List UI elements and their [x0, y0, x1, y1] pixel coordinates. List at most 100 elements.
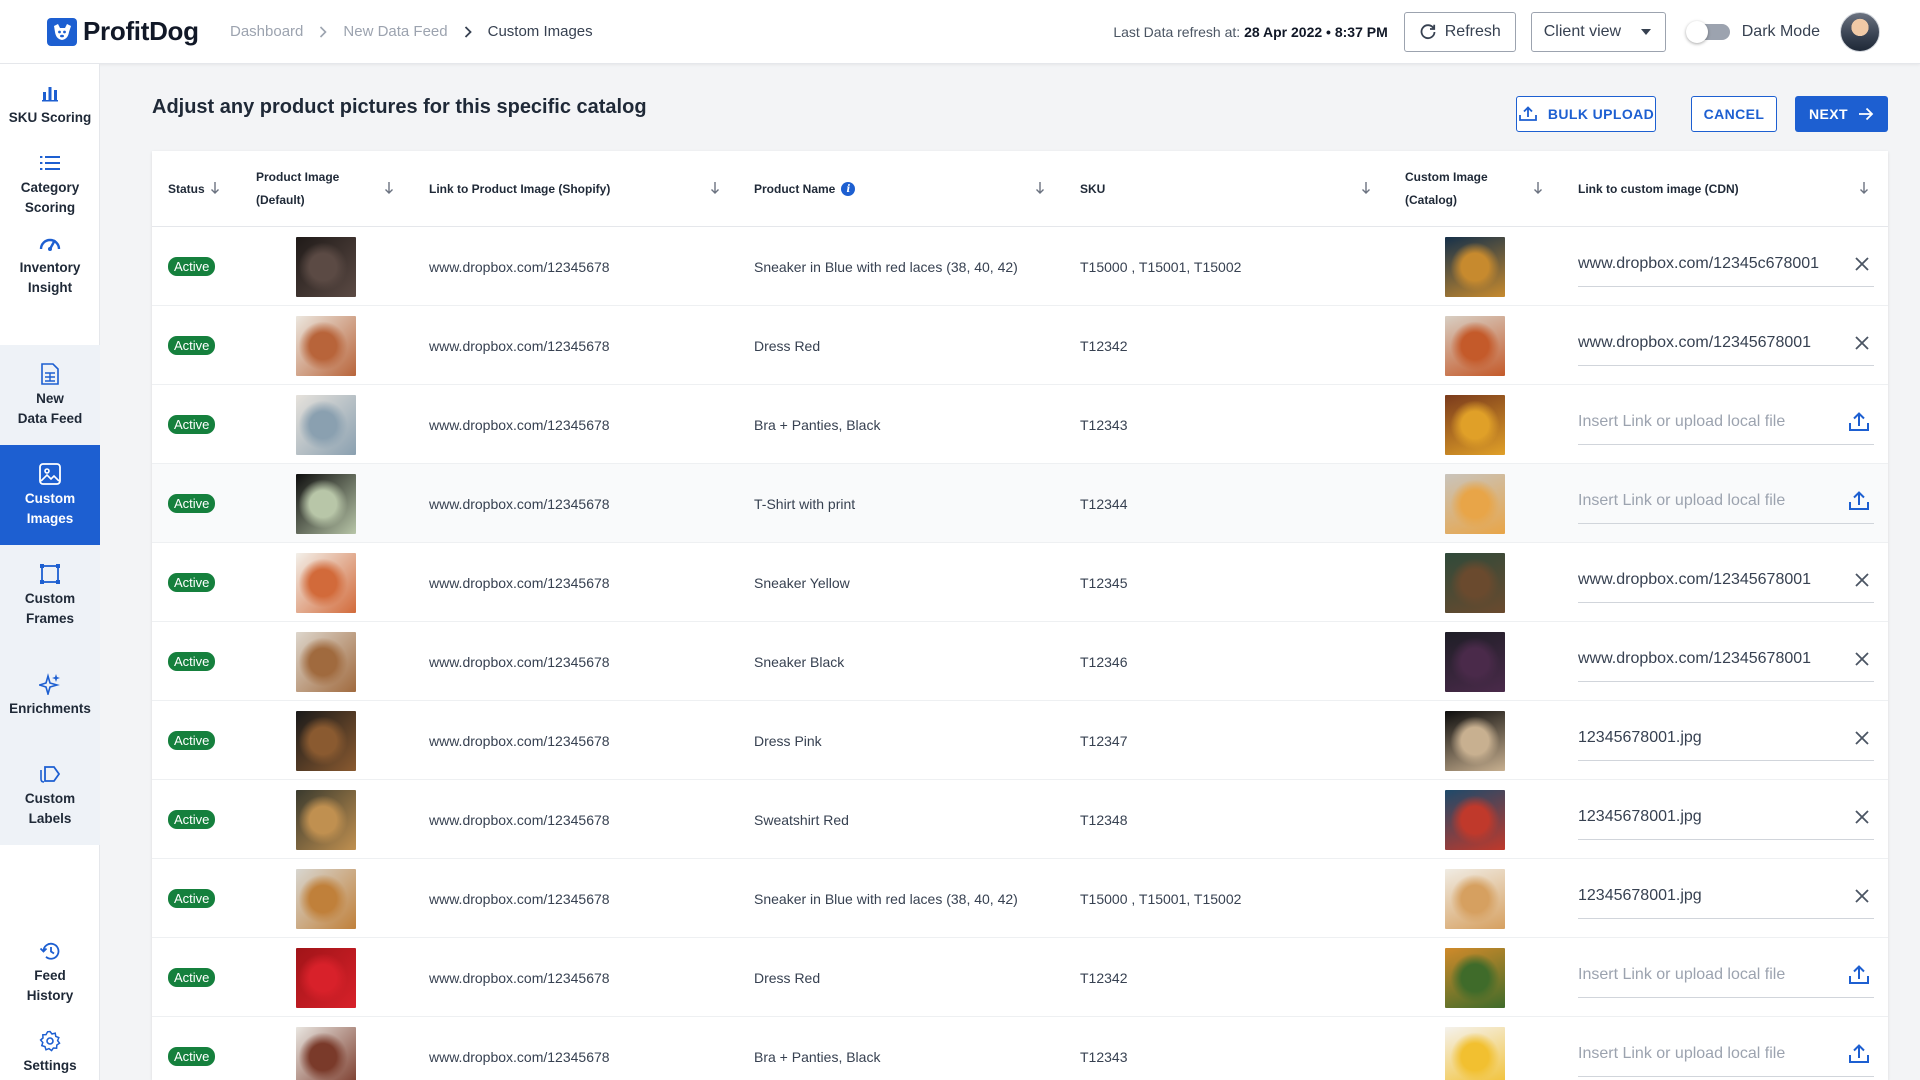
- product-image-thumbnail[interactable]: [296, 473, 356, 534]
- cdn-link-input[interactable]: www.dropbox.com/12345678001: [1578, 636, 1874, 682]
- shopify-link-cell[interactable]: www.dropbox.com/12345678: [429, 859, 610, 938]
- shopify-link[interactable]: www.dropbox.com/12345678: [429, 970, 610, 986]
- custom-image-thumbnail[interactable]: [1445, 473, 1505, 534]
- shopify-link-cell[interactable]: www.dropbox.com/12345678: [429, 227, 610, 306]
- cdn-link-value[interactable]: 12345678001.jpg: [1578, 808, 1702, 826]
- cdn-link-input[interactable]: Insert Link or upload local file: [1578, 952, 1874, 998]
- cancel-button[interactable]: CANCEL: [1691, 96, 1777, 132]
- column-header-link-cdn[interactable]: Link to custom image (CDN): [1578, 151, 1739, 227]
- product-image-thumbnail[interactable]: [296, 868, 356, 929]
- column-header-product-image[interactable]: Product Image (Default): [256, 151, 339, 227]
- sidebar-item-custom-images[interactable]: Custom Images: [0, 445, 100, 545]
- cdn-link-input[interactable]: Insert Link or upload local file: [1578, 1031, 1874, 1077]
- column-header-custom-image[interactable]: Custom Image (Catalog): [1405, 151, 1488, 227]
- sort-arrow-icon[interactable]: [1859, 181, 1869, 200]
- product-image-thumbnail[interactable]: [296, 394, 356, 455]
- column-header-sku[interactable]: SKU: [1080, 151, 1105, 227]
- custom-image-thumbnail[interactable]: [1445, 315, 1505, 376]
- cdn-link-value[interactable]: 12345678001.jpg: [1578, 729, 1702, 747]
- cdn-link-value[interactable]: www.dropbox.com/12345c678001: [1578, 255, 1819, 273]
- cdn-link-input[interactable]: www.dropbox.com/12345678001: [1578, 320, 1874, 366]
- custom-image-thumbnail[interactable]: [1445, 236, 1505, 297]
- product-image-thumbnail[interactable]: [296, 789, 356, 850]
- cdn-link-placeholder[interactable]: Insert Link or upload local file: [1578, 413, 1785, 431]
- shopify-link[interactable]: www.dropbox.com/12345678: [429, 891, 610, 907]
- sidebar-item-settings[interactable]: Settings: [0, 1012, 100, 1080]
- info-icon[interactable]: i: [841, 182, 856, 196]
- shopify-link[interactable]: www.dropbox.com/12345678: [429, 812, 610, 828]
- custom-image-thumbnail[interactable]: [1445, 394, 1505, 455]
- custom-image-thumbnail[interactable]: [1445, 552, 1505, 613]
- product-image-thumbnail[interactable]: [296, 315, 356, 376]
- sidebar-item-feed-history[interactable]: Feed History: [0, 932, 100, 1012]
- sidebar-item-inventory-insight[interactable]: Inventory Insight: [0, 224, 100, 304]
- sidebar-item-enrichments[interactable]: Enrichments: [0, 645, 100, 745]
- clear-icon[interactable]: [1854, 335, 1870, 351]
- cdn-link-input[interactable]: 12345678001.jpg: [1578, 715, 1874, 761]
- cdn-link-placeholder[interactable]: Insert Link or upload local file: [1578, 966, 1785, 984]
- cdn-link-value[interactable]: www.dropbox.com/12345678001: [1578, 334, 1811, 352]
- shopify-link-cell[interactable]: www.dropbox.com/12345678: [429, 543, 610, 622]
- shopify-link[interactable]: www.dropbox.com/12345678: [429, 496, 610, 512]
- column-header-product-name[interactable]: Product Name i: [754, 151, 856, 227]
- cdn-link-input[interactable]: www.dropbox.com/12345c678001: [1578, 241, 1874, 287]
- clear-icon[interactable]: [1854, 651, 1870, 667]
- shopify-link-cell[interactable]: www.dropbox.com/12345678: [429, 1017, 610, 1080]
- shopify-link[interactable]: www.dropbox.com/12345678: [429, 259, 610, 275]
- breadcrumb-new-data-feed[interactable]: New Data Feed: [343, 23, 447, 40]
- cdn-link-input[interactable]: Insert Link or upload local file: [1578, 478, 1874, 524]
- shopify-link[interactable]: www.dropbox.com/12345678: [429, 575, 610, 591]
- upload-icon[interactable]: [1848, 964, 1870, 985]
- cdn-link-placeholder[interactable]: Insert Link or upload local file: [1578, 492, 1785, 510]
- custom-image-thumbnail[interactable]: [1445, 1026, 1505, 1080]
- next-button[interactable]: NEXT: [1795, 96, 1888, 132]
- shopify-link-cell[interactable]: www.dropbox.com/12345678: [429, 306, 610, 385]
- product-image-thumbnail[interactable]: [296, 552, 356, 613]
- sidebar-item-sku-scoring[interactable]: SKU Scoring: [0, 64, 100, 144]
- column-header-status[interactable]: Status: [168, 151, 205, 227]
- logo[interactable]: ProfitDog: [47, 16, 230, 47]
- shopify-link[interactable]: www.dropbox.com/12345678: [429, 733, 610, 749]
- upload-icon[interactable]: [1848, 490, 1870, 511]
- product-image-thumbnail[interactable]: [296, 947, 356, 1008]
- shopify-link-cell[interactable]: www.dropbox.com/12345678: [429, 622, 610, 701]
- column-header-link-shopify[interactable]: Link to Product Image (Shopify): [429, 151, 610, 227]
- product-image-thumbnail[interactable]: [296, 710, 356, 771]
- upload-icon[interactable]: [1848, 1043, 1870, 1064]
- shopify-link[interactable]: www.dropbox.com/12345678: [429, 1049, 610, 1065]
- clear-icon[interactable]: [1854, 256, 1870, 272]
- cdn-link-value[interactable]: www.dropbox.com/12345678001: [1578, 650, 1811, 668]
- custom-image-thumbnail[interactable]: [1445, 868, 1505, 929]
- cdn-link-input[interactable]: www.dropbox.com/12345678001: [1578, 557, 1874, 603]
- custom-image-thumbnail[interactable]: [1445, 710, 1505, 771]
- shopify-link[interactable]: www.dropbox.com/12345678: [429, 654, 610, 670]
- sort-arrow-icon[interactable]: [1533, 181, 1543, 200]
- sort-arrow-icon[interactable]: [1361, 181, 1371, 200]
- cdn-link-input[interactable]: 12345678001.jpg: [1578, 873, 1874, 919]
- cdn-link-value[interactable]: 12345678001.jpg: [1578, 887, 1702, 905]
- cdn-link-input[interactable]: Insert Link or upload local file: [1578, 399, 1874, 445]
- shopify-link-cell[interactable]: www.dropbox.com/12345678: [429, 385, 610, 464]
- cdn-link-placeholder[interactable]: Insert Link or upload local file: [1578, 1045, 1785, 1063]
- sort-arrow-icon[interactable]: [710, 181, 720, 200]
- sort-arrow-icon[interactable]: [384, 181, 394, 200]
- cdn-link-value[interactable]: www.dropbox.com/12345678001: [1578, 571, 1811, 589]
- custom-image-thumbnail[interactable]: [1445, 631, 1505, 692]
- upload-icon[interactable]: [1848, 411, 1870, 432]
- clear-icon[interactable]: [1854, 809, 1870, 825]
- sidebar-item-custom-frames[interactable]: Custom Frames: [0, 545, 100, 645]
- clear-icon[interactable]: [1854, 572, 1870, 588]
- product-image-thumbnail[interactable]: [296, 631, 356, 692]
- sidebar-item-custom-labels[interactable]: Custom Labels: [0, 745, 100, 845]
- sidebar-item-category-scoring[interactable]: Category Scoring: [0, 144, 100, 224]
- shopify-link[interactable]: www.dropbox.com/12345678: [429, 338, 610, 354]
- product-image-thumbnail[interactable]: [296, 1026, 356, 1080]
- shopify-link[interactable]: www.dropbox.com/12345678: [429, 417, 610, 433]
- product-image-thumbnail[interactable]: [296, 236, 356, 297]
- shopify-link-cell[interactable]: www.dropbox.com/12345678: [429, 464, 610, 543]
- breadcrumb-dashboard[interactable]: Dashboard: [230, 23, 303, 40]
- bulk-upload-button[interactable]: BULK UPLOAD: [1516, 96, 1656, 132]
- user-avatar[interactable]: [1840, 12, 1880, 52]
- shopify-link-cell[interactable]: www.dropbox.com/12345678: [429, 780, 610, 859]
- clear-icon[interactable]: [1854, 730, 1870, 746]
